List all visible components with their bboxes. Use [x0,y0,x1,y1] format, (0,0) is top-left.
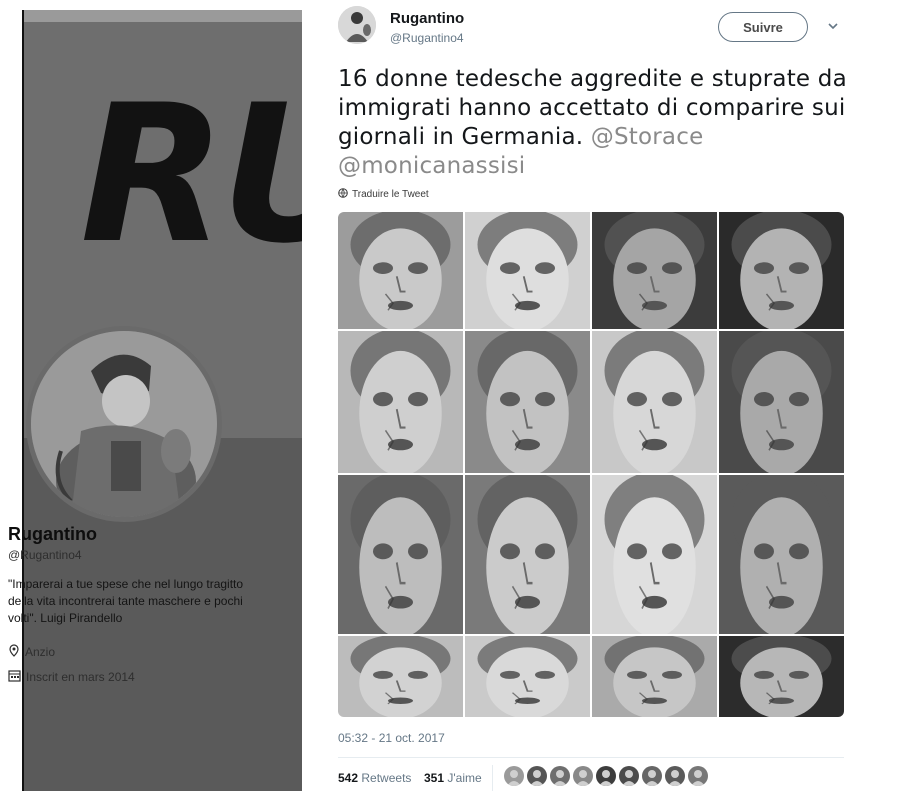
like-label: J'aime [447,771,482,785]
collage-photo[interactable] [719,212,844,329]
follow-button[interactable]: Suivre [718,12,808,42]
liker-avatar[interactable] [619,766,639,786]
liker-avatars [504,766,708,786]
liker-avatar[interactable] [642,766,662,786]
stats-separator [492,765,493,791]
collage-photo[interactable] [338,331,463,473]
globe-icon [338,188,348,201]
like-count[interactable]: 351 J'aime [424,771,482,785]
profile-name[interactable]: Rugantino [8,524,97,545]
tweet-author-avatar[interactable] [338,6,376,44]
collage-photo[interactable] [338,475,463,634]
liker-avatar[interactable] [665,766,685,786]
location-text: Anzio [25,645,56,659]
profile-avatar[interactable] [26,326,222,522]
calendar-icon [8,669,21,685]
collage-photo[interactable] [338,212,463,329]
liker-avatar[interactable] [504,766,524,786]
joined-text: Inscrit en mars 2014 [26,670,135,684]
liker-avatar[interactable] [688,766,708,786]
translate-label: Traduire le Tweet [352,189,429,200]
banner-top-strip [22,10,302,22]
tweet-text: 16 donne tedesche aggredite e stuprate d… [338,65,848,181]
mention-link[interactable]: @Storace [591,124,704,150]
like-number: 351 [424,771,445,785]
tweet-detail: Rugantino @Rugantino4 Suivre 16 donne te… [338,0,852,791]
liker-avatar[interactable] [550,766,570,786]
collage-photo[interactable] [465,331,590,473]
retweet-number: 542 [338,771,359,785]
more-options-button[interactable] [822,16,844,38]
liker-avatar[interactable] [527,766,547,786]
mention-link[interactable]: @monicanassisi [338,153,525,179]
collage-photo[interactable] [465,475,590,634]
collage-photo[interactable] [465,636,590,717]
jester-illustration [31,331,217,517]
profile-joined-date: Inscrit en mars 2014 [8,669,135,685]
translate-tweet-link[interactable]: Traduire le Tweet [338,188,429,201]
collage-photo[interactable] [592,636,717,717]
jester-thumbnail [338,6,376,44]
tweet-timestamp[interactable]: 05:32 - 21 oct. 2017 [338,731,445,745]
author-screen-name[interactable]: @Rugantino4 [390,31,464,45]
location-pin-icon [8,644,20,660]
profile-handle: @Rugantino4 [8,548,82,562]
retweet-label: Retweets [361,771,412,785]
liker-avatar[interactable] [596,766,616,786]
collage-photo[interactable] [719,331,844,473]
banner-lettering: RU [80,64,302,285]
collage-photo[interactable] [465,212,590,329]
author-display-name[interactable]: Rugantino [390,10,464,27]
stats-divider [338,757,844,758]
collage-photo[interactable] [338,636,463,717]
profile-location: Anzio [8,644,55,660]
tweet-photo-collage[interactable] [338,212,844,717]
liker-avatar[interactable] [573,766,593,786]
profile-bio: "Imparerai a tue spese che nel lungo tra… [8,577,244,625]
retweet-count[interactable]: 542 Retweets [338,771,411,785]
collage-photo[interactable] [592,212,717,329]
collage-photo[interactable] [719,636,844,717]
chevron-down-icon [826,21,840,36]
collage-photo[interactable] [719,475,844,634]
collage-photo[interactable] [592,331,717,473]
collage-photo[interactable] [592,475,717,634]
